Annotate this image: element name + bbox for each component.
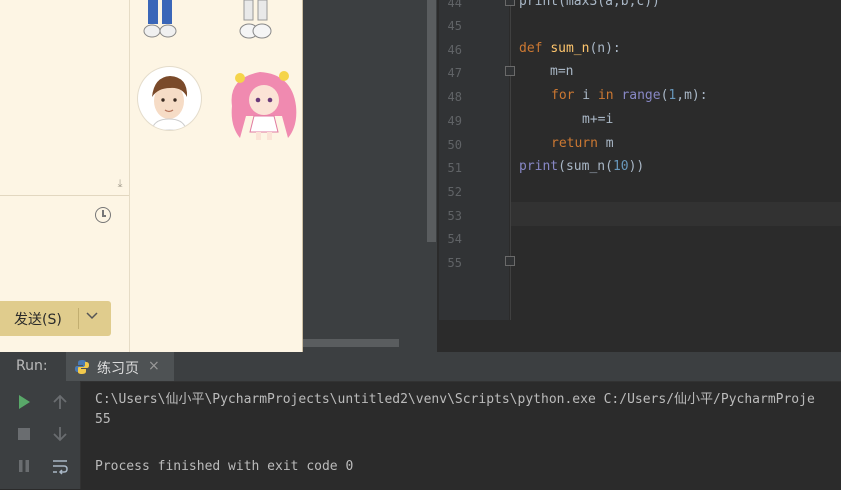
code-line-50: return m (551, 136, 614, 151)
code-number: 10 (612, 159, 629, 174)
line-number: 52 (447, 185, 462, 199)
line-number: 54 (447, 232, 462, 246)
send-button-separator (78, 308, 79, 329)
editor-side-panel (303, 0, 437, 352)
run-tab-label: 练习页 (97, 361, 139, 377)
send-button-label: 发送(S) (14, 312, 62, 328)
code-text: )) (628, 159, 645, 174)
fold-marker-icon[interactable] (505, 256, 515, 266)
code-keyword: in (597, 88, 614, 103)
code-line-47: m=n (550, 64, 574, 79)
code-line-46: def sum_n(n): (519, 41, 621, 56)
chevron-down-icon[interactable] (86, 310, 98, 322)
close-icon[interactable]: × (148, 358, 160, 374)
pause-icon[interactable] (15, 457, 33, 475)
line-number: 46 (447, 43, 462, 57)
code-text: m (597, 136, 614, 151)
code-line-44: print(max3(a,b,c)) (519, 0, 660, 9)
chat-divider-horizontal (0, 195, 129, 196)
soft-wrap-icon[interactable] (51, 457, 69, 475)
chat-divider-vertical (129, 0, 130, 352)
line-number: 51 (447, 161, 462, 175)
avatar-girl[interactable] (226, 66, 302, 142)
avatar-boy[interactable] (138, 67, 201, 130)
code-builtin: range (621, 88, 661, 103)
editor-empty-area (439, 320, 841, 352)
current-line-highlight (511, 202, 841, 226)
horizontal-scrollbar[interactable] (303, 339, 399, 347)
code-keyword: return (551, 136, 598, 151)
code-keyword: def (519, 41, 543, 56)
code-line-48: for i in range(1,m): (551, 88, 708, 103)
code-text: (n): (589, 41, 621, 56)
code-text: (sum_n( (558, 159, 613, 174)
collapse-panel-icon[interactable]: ⤓ (113, 178, 127, 190)
console-line-output: 55 (95, 412, 111, 427)
line-number: 44 (447, 0, 462, 10)
code-text: i (574, 88, 598, 103)
sticker-legs-1[interactable] (142, 0, 180, 40)
line-number: 53 (447, 209, 462, 223)
code-keyword: for (551, 88, 575, 103)
line-number: 50 (447, 138, 462, 152)
sticker-legs-2[interactable] (238, 0, 274, 40)
run-play-icon[interactable] (15, 393, 33, 411)
chat-window: ⤓ 发送(S) (0, 0, 303, 352)
fold-marker-icon[interactable] (505, 0, 515, 6)
line-number: 45 (447, 19, 462, 33)
code-line-51: print(sum_n(10)) (519, 159, 644, 174)
console-line-exit: Process finished with exit code 0 (95, 459, 354, 474)
code-builtin: print (519, 159, 559, 174)
fold-marker-icon[interactable] (505, 66, 515, 76)
line-number: 55 (447, 256, 462, 270)
history-clock-icon[interactable] (95, 207, 111, 223)
console-line-command: C:\Users\仙小平\PycharmProjects\untitled2\v… (95, 392, 815, 407)
line-number: 49 (447, 114, 462, 128)
vertical-scrollbar[interactable] (427, 0, 436, 242)
send-button[interactable]: 发送(S) (0, 301, 111, 336)
code-function-name: sum_n (550, 41, 590, 56)
code-line-49: m+=i (582, 112, 614, 127)
line-number: 47 (447, 66, 462, 80)
python-icon (75, 360, 89, 374)
run-panel-title: Run: (16, 358, 48, 374)
arrow-down-icon[interactable] (51, 425, 69, 443)
arrow-up-icon[interactable] (51, 393, 69, 411)
line-number: 48 (447, 90, 462, 104)
stop-icon[interactable] (15, 425, 33, 443)
code-text: ,m): (676, 88, 708, 103)
